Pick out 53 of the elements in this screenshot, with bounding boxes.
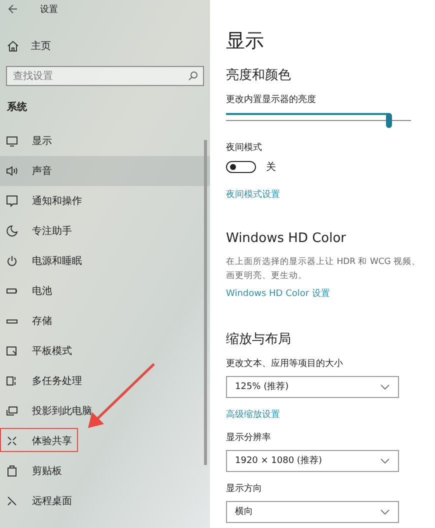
section-heading: 系统 [6, 100, 28, 114]
dropdown-label: 显示分辨率 [226, 432, 272, 444]
scrollbar[interactable] [204, 140, 207, 465]
sidebar-item[interactable]: 通知和操作 [0, 186, 210, 216]
sidebar-item[interactable]: 专注助手 [0, 216, 210, 246]
page-title: 显示 [226, 29, 265, 54]
monitor-icon [6, 135, 18, 147]
sidebar-item[interactable]: 投影到此电脑 [0, 396, 210, 426]
settings-link[interactable]: 高级缩放设置 [226, 408, 280, 420]
power-icon [6, 255, 18, 267]
multitask-icon [6, 375, 18, 387]
description-text: 在上面所选择的显示器上让 HDR 和 WCG 视频、画更明亮、更生动。 [226, 256, 421, 282]
tablet-icon [6, 345, 18, 357]
search-field[interactable]: 查找设置 [6, 66, 204, 86]
sidebar-item[interactable]: 电池 [0, 276, 210, 306]
section-heading: 亮度和颜色 [226, 67, 292, 84]
dropdown-label: 更改文本、应用等项目的大小 [226, 358, 344, 370]
dropdown[interactable]: 1920 × 1080 (推荐) [226, 450, 399, 472]
home-item[interactable]: 主页 [0, 38, 210, 54]
home-icon [7, 40, 19, 52]
toggle-label: 夜间模式 [226, 142, 263, 154]
toggle-state: 关 [266, 160, 276, 174]
window-title: 设置 [40, 4, 58, 16]
dropdown[interactable]: 125% (推荐) [226, 376, 399, 398]
project-icon [6, 405, 18, 417]
sidebar-item[interactable]: 体验共享 [0, 426, 210, 456]
sidebar-item[interactable]: 声音 [0, 156, 210, 186]
sidebar-item[interactable]: 电源和睡眠 [0, 246, 210, 276]
sidebar-item[interactable]: 平板模式 [0, 336, 210, 366]
dropdown-label: 显示方向 [226, 482, 263, 494]
slider-label: 更改内置显示器的亮度 [226, 94, 317, 106]
toggle-switch[interactable] [226, 160, 256, 172]
section-heading: Windows HD Color [226, 230, 348, 246]
chevron-down-icon [380, 384, 390, 390]
settings-link[interactable]: 夜间模式设置 [226, 188, 280, 200]
sidebar-item[interactable]: 显示 [0, 126, 210, 156]
message-icon [6, 195, 18, 207]
moon-icon [6, 225, 18, 237]
sidebar-item[interactable]: 剪贴板 [0, 456, 210, 486]
section-heading: 缩放与布局 [226, 330, 292, 348]
speaker-icon [6, 165, 18, 177]
sidebar-item[interactable]: 存储 [0, 306, 210, 336]
chevron-down-icon [380, 508, 390, 514]
dropdown[interactable]: 横向 [226, 500, 399, 522]
settings-link[interactable]: Windows HD Color 设置 [226, 286, 330, 300]
back-arrow-icon[interactable] [8, 4, 18, 14]
search-icon [188, 71, 198, 81]
sidebar-item[interactable]: 多任务处理 [0, 366, 210, 396]
sidebar-item[interactable]: 远程桌面 [0, 486, 210, 516]
slider-thumb[interactable] [386, 112, 392, 128]
share-icon [6, 435, 18, 447]
clipboard-icon [6, 465, 18, 477]
chevron-down-icon [380, 458, 390, 464]
